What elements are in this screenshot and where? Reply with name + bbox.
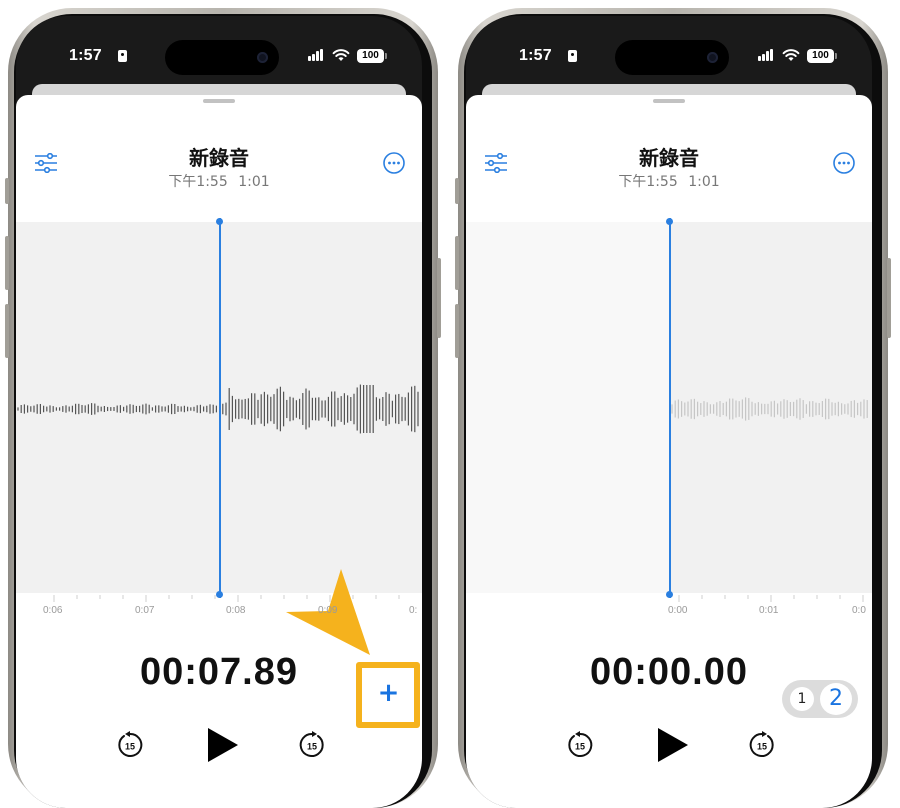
ruler-label: 0: xyxy=(409,605,418,616)
recording-duration: 1:01 xyxy=(688,174,720,190)
screen: 1:57 100 新錄音 下午1:55 xyxy=(16,16,422,808)
recording-meta: 下午1:55 1:01 xyxy=(16,171,422,191)
camera-icon xyxy=(707,52,718,63)
battery-icon: 100 xyxy=(807,49,837,63)
battery-icon: 100 xyxy=(357,49,387,63)
recording-title[interactable]: 新錄音 xyxy=(16,142,422,171)
dynamic-island xyxy=(615,40,729,75)
recording-meta: 下午1:55 1:01 xyxy=(466,171,872,191)
play-icon[interactable] xyxy=(206,727,240,763)
sheet-grabber[interactable] xyxy=(653,99,685,103)
ruler-label: 0:00 xyxy=(668,605,688,616)
ruler-label: 0:07 xyxy=(135,605,155,616)
skip-back-label: 15 xyxy=(575,742,585,752)
playback-timer: 00:00.00 xyxy=(589,651,748,693)
ruler-label: 0:09 xyxy=(318,605,338,616)
action-button xyxy=(455,178,459,204)
phone-left: 1:57 100 新錄音 下午1:55 1:01 + 0:06 0:07 0:0… xyxy=(5,8,441,808)
status-bar: 1:57 100 xyxy=(16,16,422,80)
side-button xyxy=(887,258,891,338)
sheet-grabber[interactable] xyxy=(203,99,235,103)
skip-forward-label: 15 xyxy=(757,742,767,752)
volume-down-button xyxy=(455,304,459,358)
status-bar: 1:57 100 xyxy=(466,16,872,80)
action-button xyxy=(5,178,9,204)
dynamic-island xyxy=(165,40,279,75)
camera-icon xyxy=(257,52,268,63)
time-ruler xyxy=(53,595,400,602)
skip-back-15-icon[interactable]: 15 xyxy=(566,731,594,759)
ruler-label: 0:01 xyxy=(759,605,779,616)
waveform-area[interactable]: + xyxy=(16,218,422,728)
phone-right: 1:57 100 新錄音 下午1:55 1:01 1 2 0:00 0:01 0… xyxy=(455,8,891,808)
playhead[interactable] xyxy=(216,218,222,598)
status-time: 1:57 xyxy=(519,47,552,64)
volume-up-button xyxy=(455,236,459,290)
skip-back-15-icon[interactable]: 15 xyxy=(116,731,144,759)
ruler-label: 0:06 xyxy=(43,605,63,616)
wifi-icon xyxy=(332,49,350,61)
recording-sheet: 新錄音 下午1:55 1:01 1 2 0:00 0:01 0:0 00:00.… xyxy=(466,95,872,808)
more-options-icon[interactable] xyxy=(833,152,855,174)
ruler-label: 0:08 xyxy=(226,605,246,616)
recording-title[interactable]: 新錄音 xyxy=(466,142,872,171)
recording-date: 下午1:55 xyxy=(618,174,678,190)
focus-person-icon xyxy=(568,50,577,62)
skip-forward-label: 15 xyxy=(307,742,317,752)
volume-down-button xyxy=(5,304,9,358)
status-time: 1:57 xyxy=(69,47,102,64)
skip-forward-15-icon[interactable]: 15 xyxy=(298,731,326,759)
play-icon[interactable] xyxy=(656,727,690,763)
focus-person-icon xyxy=(118,50,127,62)
recording-duration: 1:01 xyxy=(238,174,270,190)
recording-sheet: 新錄音 下午1:55 1:01 + 0:06 0:07 0:08 0:09 0:… xyxy=(16,95,422,808)
screen: 1:57 100 新錄音 下午1:55 xyxy=(466,16,872,808)
more-options-icon[interactable] xyxy=(383,152,405,174)
volume-up-button xyxy=(5,236,9,290)
skip-forward-15-icon[interactable]: 15 xyxy=(748,731,776,759)
waveform-area[interactable]: 1 2 xyxy=(466,218,872,718)
wifi-icon xyxy=(782,49,800,61)
playback-timer: 00:07.89 xyxy=(139,651,298,693)
recording-date: 下午1:55 xyxy=(168,174,228,190)
skip-back-label: 15 xyxy=(125,742,135,752)
playhead[interactable] xyxy=(666,218,672,598)
ruler-label: 0:0 xyxy=(852,605,866,616)
side-button xyxy=(437,258,441,338)
